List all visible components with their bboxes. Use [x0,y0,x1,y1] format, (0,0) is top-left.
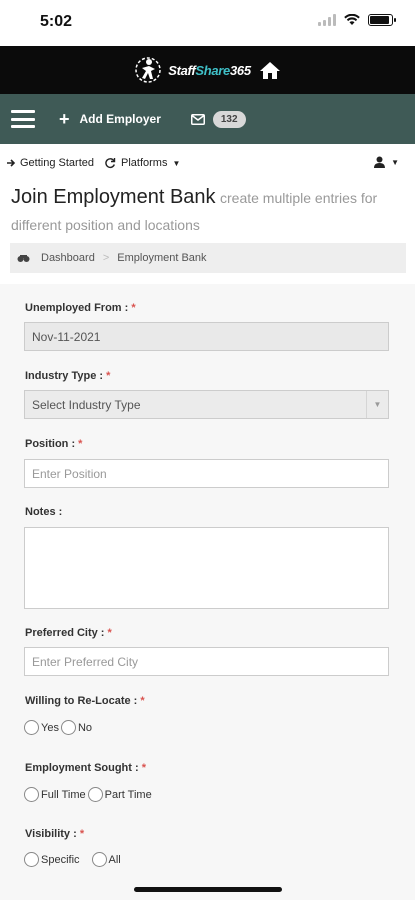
battery-icon [368,14,396,26]
secondary-nav: Getting Started Platforms ▼ ▼ [0,144,415,182]
add-employer-button[interactable]: + Add Employer [59,110,161,128]
relocate-no-radio[interactable] [60,720,76,735]
arrow-right-icon [7,159,16,167]
getting-started-link[interactable]: Getting Started [6,157,94,169]
visibility-specific-label: Specific [41,853,80,866]
breadcrumb: Dashboard > Employment Bank [10,243,406,273]
add-employer-label: Add Employer [79,112,161,126]
platforms-label: Platforms [121,157,168,169]
menu-icon[interactable] [11,110,35,128]
page-header: Join Employment Bank create multiple ent… [11,184,411,239]
brand-name[interactable]: StaffShare365 [168,63,251,78]
chevron-down-icon: ▼ [391,157,399,167]
relocate-yes-label: Yes [41,721,59,734]
brand-name-part-a: Staff [168,62,196,78]
position-placeholder: Enter Position [32,466,107,481]
visibility-all-label: All [108,853,121,866]
visibility-options: Specific All [24,852,123,867]
dashboard-icon [17,254,30,262]
breadcrumb-separator: > [102,252,110,264]
signal-icon [318,14,336,26]
refresh-icon [105,158,116,169]
employment-sought-label: Employment Sought : * [25,762,147,774]
plus-icon: + [59,109,70,129]
preferred-city-input[interactable]: Enter Preferred City [24,647,389,676]
industry-type-value: Select Industry Type [32,397,141,412]
unemployed-from-field[interactable]: Nov-11-2021 [24,322,389,351]
breadcrumb-dashboard[interactable]: Dashboard [41,252,95,264]
visibility-specific-radio[interactable] [24,852,39,867]
part-time-label: Part Time [104,788,152,801]
relocate-no-label: No [77,721,93,734]
status-bar: 5:02 [0,0,415,46]
message-count-badge: 132 [212,110,246,128]
unemployed-from-value: Nov-11-2021 [32,329,101,344]
industry-type-select[interactable]: Select Industry Type ▼ [24,390,389,419]
employment-sought-options: Full Time Part Time [24,787,154,802]
preferred-city-label: Preferred City : * [25,627,112,639]
position-label: Position : * [25,438,83,450]
staffshare-logo-icon [135,57,161,83]
notes-textarea[interactable] [24,527,389,609]
full-time-label: Full Time [41,788,86,801]
platforms-dropdown[interactable]: Platforms ▼ [104,157,180,169]
messages-button[interactable]: 132 [190,110,246,128]
position-input[interactable]: Enter Position [24,459,389,488]
getting-started-label: Getting Started [20,157,94,169]
visibility-all-radio[interactable] [91,852,107,867]
breadcrumb-current: Employment Bank [117,252,207,264]
user-menu[interactable]: ▼ [374,156,399,168]
app-header: StaffShare365 [0,46,415,94]
wifi-icon [344,14,360,25]
employment-bank-form: Unemployed From : * Nov-11-2021 Industry… [0,284,415,900]
status-icons [318,14,396,26]
part-time-radio[interactable] [87,787,103,802]
brand-name-part-b: Share [195,62,230,78]
top-navbar: + Add Employer 132 [0,94,415,144]
industry-type-label: Industry Type : * [25,370,111,382]
preferred-city-placeholder: Enter Preferred City [32,654,139,669]
home-indicator [134,887,282,892]
status-time: 5:02 [40,13,73,30]
brand-name-part-c: 365 [230,62,251,78]
chevron-down-icon: ▼ [366,391,388,418]
relocate-label: Willing to Re-Locate : * [25,695,145,707]
unemployed-from-label: Unemployed From : * [25,302,136,314]
home-icon[interactable] [259,60,281,80]
page-title: Join Employment Bank [11,186,216,208]
user-icon [374,156,386,168]
visibility-label: Visibility : * [25,828,85,840]
notes-label: Notes : [25,506,63,518]
full-time-radio[interactable] [24,787,39,802]
relocate-yes-radio[interactable] [24,720,39,735]
chevron-down-icon: ▼ [172,158,181,168]
envelope-icon [190,113,205,125]
relocate-options: Yes No [24,720,94,735]
